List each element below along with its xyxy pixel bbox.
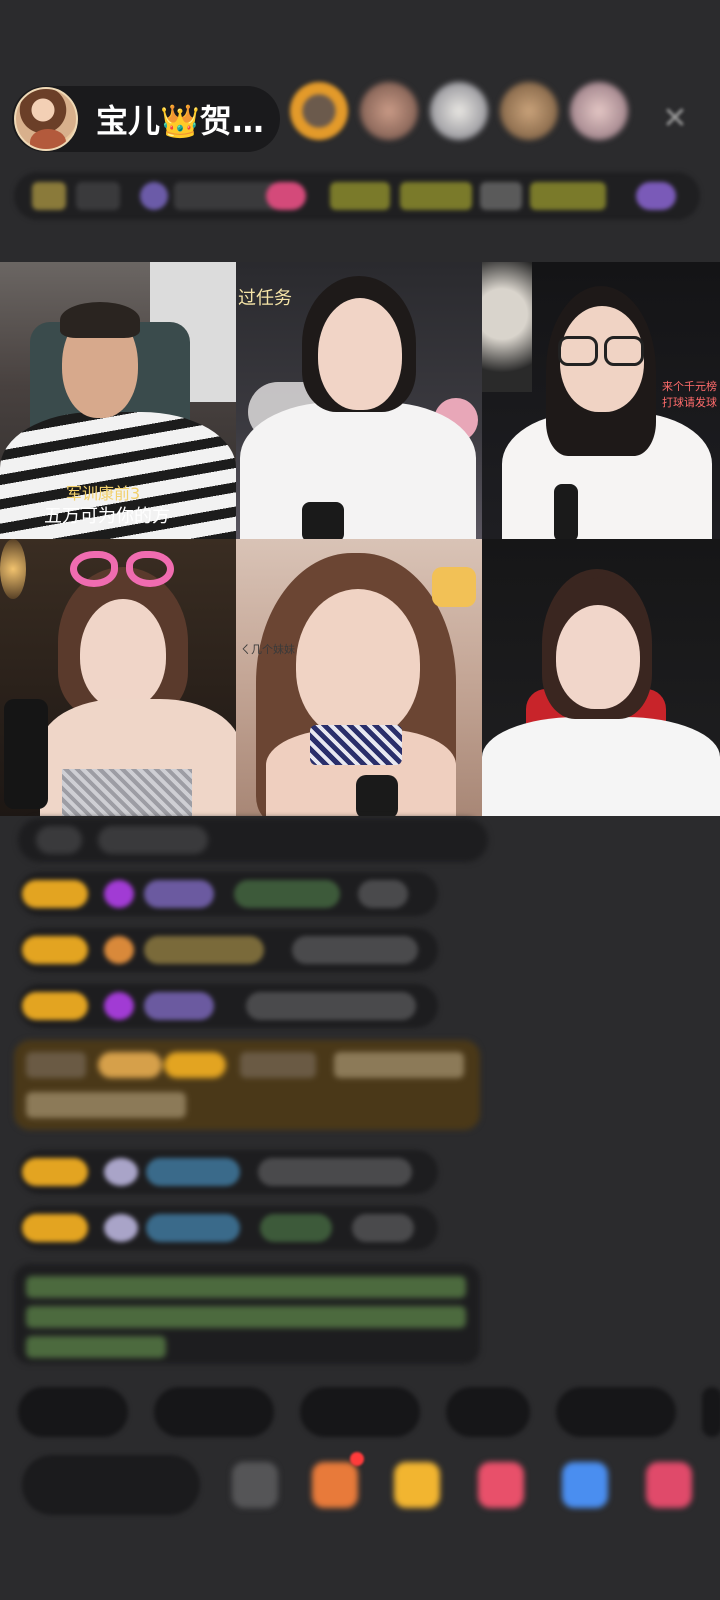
guest-video-5-caption: ㄑ几个妹妹: [240, 643, 295, 656]
quick-reply-chip[interactable]: [300, 1387, 420, 1437]
guest-video-1[interactable]: 军训康前3 五万可为你的方: [0, 262, 236, 539]
quick-reply-chip[interactable]: [446, 1387, 530, 1437]
chat-message[interactable]: [18, 1206, 438, 1250]
quick-reply-chip[interactable]: [154, 1387, 274, 1437]
guest-video-1-caption-line1: 军训康前3: [66, 484, 141, 503]
chat-message[interactable]: [18, 818, 488, 862]
live-room: 宝儿👑贺… ✕ 军训康前3 五万可为你的方 过任务 来个千元榜 打球请发球 ㄑ几…: [0, 0, 720, 1600]
guest-video-6[interactable]: [482, 539, 720, 816]
multi-guest-video-grid: 军训康前3 五万可为你的方 过任务 来个千元榜 打球请发球 ㄑ几个妹妹: [0, 262, 720, 816]
guest-video-1-caption-line2: 五万可为你的方: [44, 506, 170, 527]
chat-message[interactable]: [18, 928, 438, 972]
chat-message[interactable]: [18, 1150, 438, 1194]
guest-video-2[interactable]: 过任务: [236, 262, 482, 539]
guest-video-2-caption: 过任务: [238, 288, 292, 309]
quick-reply-chip[interactable]: [18, 1387, 128, 1437]
emoji-icon[interactable]: [232, 1462, 278, 1508]
viewer-avatar[interactable]: [360, 82, 418, 140]
top-viewers-list: [290, 82, 628, 140]
quick-reply-chip[interactable]: [556, 1387, 676, 1437]
viewer-avatar[interactable]: [290, 82, 348, 140]
comment-input[interactable]: [22, 1455, 200, 1515]
chat-message[interactable]: [18, 984, 438, 1028]
host-info-pill[interactable]: 宝儿👑贺…: [12, 86, 280, 152]
room-info-bar[interactable]: [14, 172, 700, 220]
close-icon[interactable]: ✕: [660, 104, 690, 134]
quick-reply-chips: [18, 1387, 720, 1437]
heart-icon[interactable]: [478, 1462, 524, 1508]
quick-reply-chip[interactable]: [702, 1387, 720, 1437]
more-icon[interactable]: [646, 1462, 692, 1508]
chat-message[interactable]: [18, 872, 438, 916]
viewer-avatar[interactable]: [430, 82, 488, 140]
host-avatar[interactable]: [14, 87, 78, 151]
guest-video-5[interactable]: ㄑ几个妹妹: [236, 539, 482, 816]
notification-dot: [350, 1452, 364, 1466]
viewer-avatar[interactable]: [500, 82, 558, 140]
guest-video-4[interactable]: [0, 539, 236, 816]
guest-video-3-caption-line2: 打球请发球: [662, 396, 717, 409]
host-name: 宝儿👑贺…: [96, 102, 264, 140]
guest-video-3[interactable]: 来个千元榜 打球请发球: [482, 262, 720, 539]
viewer-avatar[interactable]: [570, 82, 628, 140]
chat-message-highlight[interactable]: [14, 1040, 480, 1130]
system-notice: [14, 1264, 480, 1364]
guest-video-3-caption-line1: 来个千元榜: [662, 380, 717, 393]
gift-box-icon[interactable]: [312, 1462, 358, 1508]
gift-icon[interactable]: [394, 1462, 440, 1508]
share-icon[interactable]: [562, 1462, 608, 1508]
